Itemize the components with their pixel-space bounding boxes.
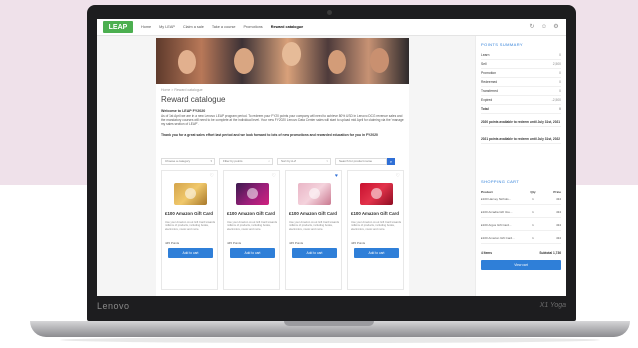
product-points: 445 Points xyxy=(351,241,366,245)
cart-row[interactable]: £100 Amazon Gift Card... 1 434 xyxy=(481,236,561,244)
summary-row: Sell 2,500 xyxy=(481,62,561,69)
laptop-screen: LEAP Home My LEAP Claim a sale Take a co… xyxy=(97,19,566,296)
summary-row: Learn 0 xyxy=(481,53,561,60)
add-to-cart-button[interactable]: Add to cart xyxy=(168,248,213,258)
leap-logo[interactable]: LEAP xyxy=(103,21,133,33)
intro-text: As of 1st April we are in a new Lenovo L… xyxy=(161,114,404,126)
model-label: X1 Yoga xyxy=(539,302,566,309)
filter-icon: ▿ xyxy=(326,158,328,163)
product-card: ♡ £100 Amazon Gift Card Use your Amazon.… xyxy=(161,170,218,290)
catalogue-content: Home > Reward catalogue Reward catalogue… xyxy=(156,84,409,296)
product-points: 445 Points xyxy=(227,241,242,245)
nav-item-reward-catalogue[interactable]: Reward catalogue xyxy=(271,25,304,29)
product-grid: ♡ £100 Amazon Gift Card Use your Amazon.… xyxy=(161,170,404,290)
view-cart-button[interactable]: View cart xyxy=(481,260,561,270)
category-select[interactable]: Choose a category ▾ xyxy=(161,157,215,165)
product-title[interactable]: £100 Amazon Gift Card xyxy=(227,211,278,216)
sidebar: POINTS SUMMARY Learn 0 Sell 2,500 Promotio… xyxy=(475,36,566,296)
points-note-2020: 2020 points available to redeem until Ju… xyxy=(481,120,561,127)
cart-subtotal: 4 Items Subtotal 1,736 xyxy=(481,251,561,255)
laptop-shadow xyxy=(60,337,600,343)
points-summary-heading: POINTS SUMMARY xyxy=(481,42,523,47)
welcome-heading: Welcome to LEAP FY2020 xyxy=(161,109,206,113)
add-to-cart-button[interactable]: Add to cart xyxy=(292,248,337,258)
product-description: Use your Amazon.co.uk Gift Card towards … xyxy=(165,221,216,231)
summary-row: Transferred 0 xyxy=(481,89,561,96)
cart-row[interactable]: £100 Arcadia Gift Vou... 1 434 xyxy=(481,210,561,218)
hero-banner-image xyxy=(156,38,409,84)
chevron-down-icon: ▾ xyxy=(210,158,212,163)
filter-bar: Choose a category ▾ Filter by points ⌕ S… xyxy=(161,156,404,166)
heart-icon[interactable]: ♥ xyxy=(335,173,338,179)
product-title[interactable]: £100 Amazon Gift Card xyxy=(165,211,216,216)
points-filter-select[interactable]: Filter by points ⌕ xyxy=(219,157,273,165)
product-card: ♥ £100 Amazon Gift Card Use your Amazon.… xyxy=(285,170,342,290)
nav-item-my-leap[interactable]: My LEAP xyxy=(159,25,175,29)
product-title[interactable]: £100 Amazon Gift Card xyxy=(351,211,402,216)
page-title: Reward catalogue xyxy=(161,95,226,104)
cart-header-row: Product Qty Price xyxy=(481,190,561,194)
cart-row[interactable]: £100 Harvey Nichols... 1 434 xyxy=(481,197,561,205)
summary-row: Redeemed 0 xyxy=(481,80,561,87)
nav-icons: ↻ ☺ ⚙ xyxy=(524,23,560,31)
add-to-cart-button[interactable]: Add to cart xyxy=(354,248,399,258)
nav-item-claim-sale[interactable]: Claim a sale xyxy=(183,25,204,29)
settings-icon[interactable]: ⚙ xyxy=(552,23,560,31)
laptop-hinge xyxy=(284,321,374,326)
product-image[interactable] xyxy=(174,183,207,205)
product-title[interactable]: £100 Amazon Gift Card xyxy=(289,211,340,216)
summary-row: Promotion 0 xyxy=(481,71,561,78)
product-card: ♡ £100 Amazon Gift Card Use your Amazon.… xyxy=(223,170,280,290)
heart-icon[interactable]: ♡ xyxy=(210,173,214,179)
product-image[interactable] xyxy=(236,183,269,205)
nav-item-home[interactable]: Home xyxy=(141,25,151,29)
product-description: Use your Amazon.co.uk Gift Card towards … xyxy=(351,221,402,231)
nav-menu: Home My LEAP Claim a sale Take a course … xyxy=(141,25,311,29)
product-points: 445 Points xyxy=(289,241,304,245)
product-points: 445 Points xyxy=(165,241,180,245)
product-image[interactable] xyxy=(298,183,331,205)
cart-row[interactable]: £100 Argos Gift Card... 1 434 xyxy=(481,223,561,231)
product-image[interactable] xyxy=(360,183,393,205)
product-search-input[interactable]: Search for product name xyxy=(335,157,387,165)
lenovo-logo: Lenovo xyxy=(97,301,130,311)
summary-row: Expired -2,500 xyxy=(481,98,561,105)
heart-icon[interactable]: ♡ xyxy=(396,173,400,179)
top-navigation: LEAP Home My LEAP Claim a sale Take a co… xyxy=(97,19,566,36)
thanks-text: Thank you for a great sales effort last … xyxy=(161,133,378,137)
user-icon[interactable]: ☺ xyxy=(540,23,548,31)
product-description: Use your Amazon.co.uk Gift Card towards … xyxy=(289,221,340,231)
shopping-cart-heading: SHOPPING CART xyxy=(481,179,520,184)
laptop-lid: LEAP Home My LEAP Claim a sale Take a co… xyxy=(87,5,576,321)
breadcrumb[interactable]: Home > Reward catalogue xyxy=(161,88,203,92)
main-content: Home > Reward catalogue Reward catalogue… xyxy=(97,36,475,296)
refresh-icon[interactable]: ↻ xyxy=(528,23,536,31)
heart-icon[interactable]: ♡ xyxy=(272,173,276,179)
nav-item-take-course[interactable]: Take a course xyxy=(212,25,236,29)
search-button[interactable]: ⌕ xyxy=(387,157,395,165)
sort-select[interactable]: Sort by A-Z ▿ xyxy=(277,157,331,165)
product-description: Use your Amazon.co.uk Gift Card towards … xyxy=(227,221,278,231)
add-to-cart-button[interactable]: Add to cart xyxy=(230,248,275,258)
search-icon: ⌕ xyxy=(268,158,270,163)
summary-total-row: Total 0 xyxy=(481,107,561,114)
product-card: ♡ £100 Amazon Gift Card Use your Amazon.… xyxy=(347,170,404,290)
points-note-2021: 2021 points available to redeem until Ju… xyxy=(481,137,561,144)
nav-item-promotions[interactable]: Promotions xyxy=(244,25,263,29)
camera-icon xyxy=(327,10,332,15)
